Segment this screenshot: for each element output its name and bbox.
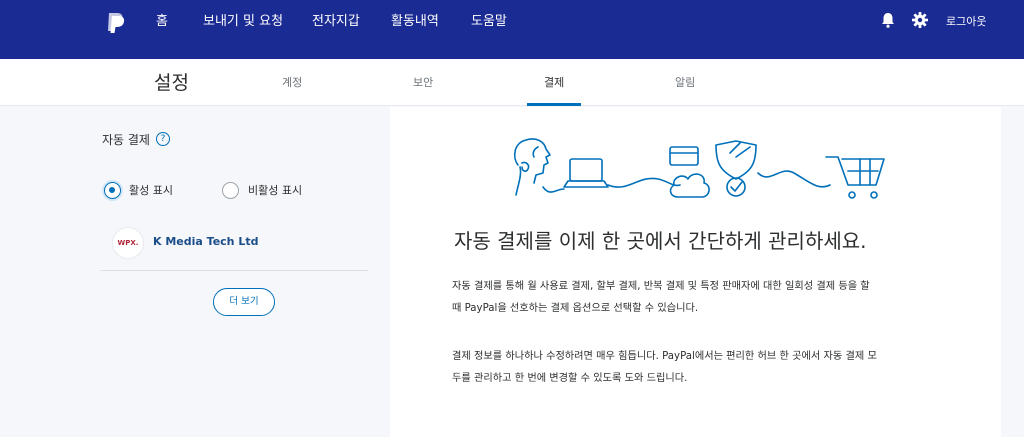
tab-notifications[interactable]: 알림 bbox=[675, 75, 695, 91]
help-icon[interactable]: ? bbox=[156, 132, 170, 146]
nav-activity[interactable]: 활동내역 bbox=[391, 12, 439, 32]
active-tab-indicator bbox=[527, 103, 581, 106]
logout-link[interactable]: 로그아웃 bbox=[946, 12, 986, 32]
tab-security[interactable]: 보안 bbox=[413, 75, 433, 91]
paypal-logo[interactable] bbox=[104, 11, 126, 35]
description-paragraph-1: 자동 결제를 통해 월 사용료 결제, 할부 결제, 반복 결제 및 특정 판매… bbox=[452, 276, 947, 320]
auto-payments-illustration bbox=[513, 138, 885, 199]
radio-inactive-label[interactable]: 비활성 표시 bbox=[248, 183, 302, 199]
nav-help[interactable]: 도움말 bbox=[471, 12, 507, 32]
page-title: 설정 bbox=[154, 72, 189, 94]
bell-icon[interactable] bbox=[879, 11, 897, 29]
merchant-logo: WPX. bbox=[112, 227, 144, 259]
divider bbox=[100, 270, 368, 271]
radio-active[interactable] bbox=[104, 182, 121, 199]
nav-send-request[interactable]: 보내기 및 요청 bbox=[203, 12, 283, 32]
auto-payments-intro-panel: 자동 결제를 이제 한 곳에서 간단하게 관리하세요. 자동 결제를 통해 월 … bbox=[390, 107, 1001, 437]
auto-payments-sidebar: 자동 결제 ? 활성 표시 비활성 표시 WPX. K Media Tech L… bbox=[100, 107, 370, 437]
radio-active-label[interactable]: 활성 표시 bbox=[129, 183, 173, 199]
merchant-name-link[interactable]: K Media Tech Ltd bbox=[153, 234, 258, 250]
show-more-button[interactable]: 더 보기 bbox=[213, 288, 275, 316]
top-navigation: 홈 보내기 및 요청 전자지갑 활동내역 도움말 로그아웃 bbox=[0, 0, 1024, 59]
nav-wallet[interactable]: 전자지갑 bbox=[312, 12, 360, 32]
radio-inactive[interactable] bbox=[222, 182, 239, 199]
tab-account[interactable]: 계정 bbox=[282, 75, 302, 91]
nav-home[interactable]: 홈 bbox=[156, 12, 168, 32]
description-2-line-2: 두를 관리하고 한 번에 변경할 수 있도록 도와 드립니다. bbox=[452, 373, 688, 384]
description-1-line-2: 때 PayPal을 선호하는 결제 옵션으로 선택할 수 있습니다. bbox=[452, 303, 699, 314]
gear-icon[interactable] bbox=[911, 11, 929, 29]
main-heading: 자동 결제를 이제 한 곳에서 간단하게 관리하세요. bbox=[454, 229, 867, 253]
settings-subnav: 설정 계정 보안 결제 알림 bbox=[0, 59, 1024, 106]
description-paragraph-2: 결제 정보를 하나하나 수정하려면 매우 힘듭니다. PayPal에서는 편리한… bbox=[452, 346, 947, 390]
description-2-line-1: 결제 정보를 하나하나 수정하려면 매우 힘듭니다. PayPal에서는 편리한… bbox=[452, 351, 877, 362]
tab-payments[interactable]: 결제 bbox=[544, 75, 564, 91]
auto-payments-label: 자동 결제 bbox=[102, 133, 150, 147]
description-1-line-1: 자동 결제를 통해 월 사용료 결제, 할부 결제, 반복 결제 및 특정 판매… bbox=[452, 281, 870, 292]
